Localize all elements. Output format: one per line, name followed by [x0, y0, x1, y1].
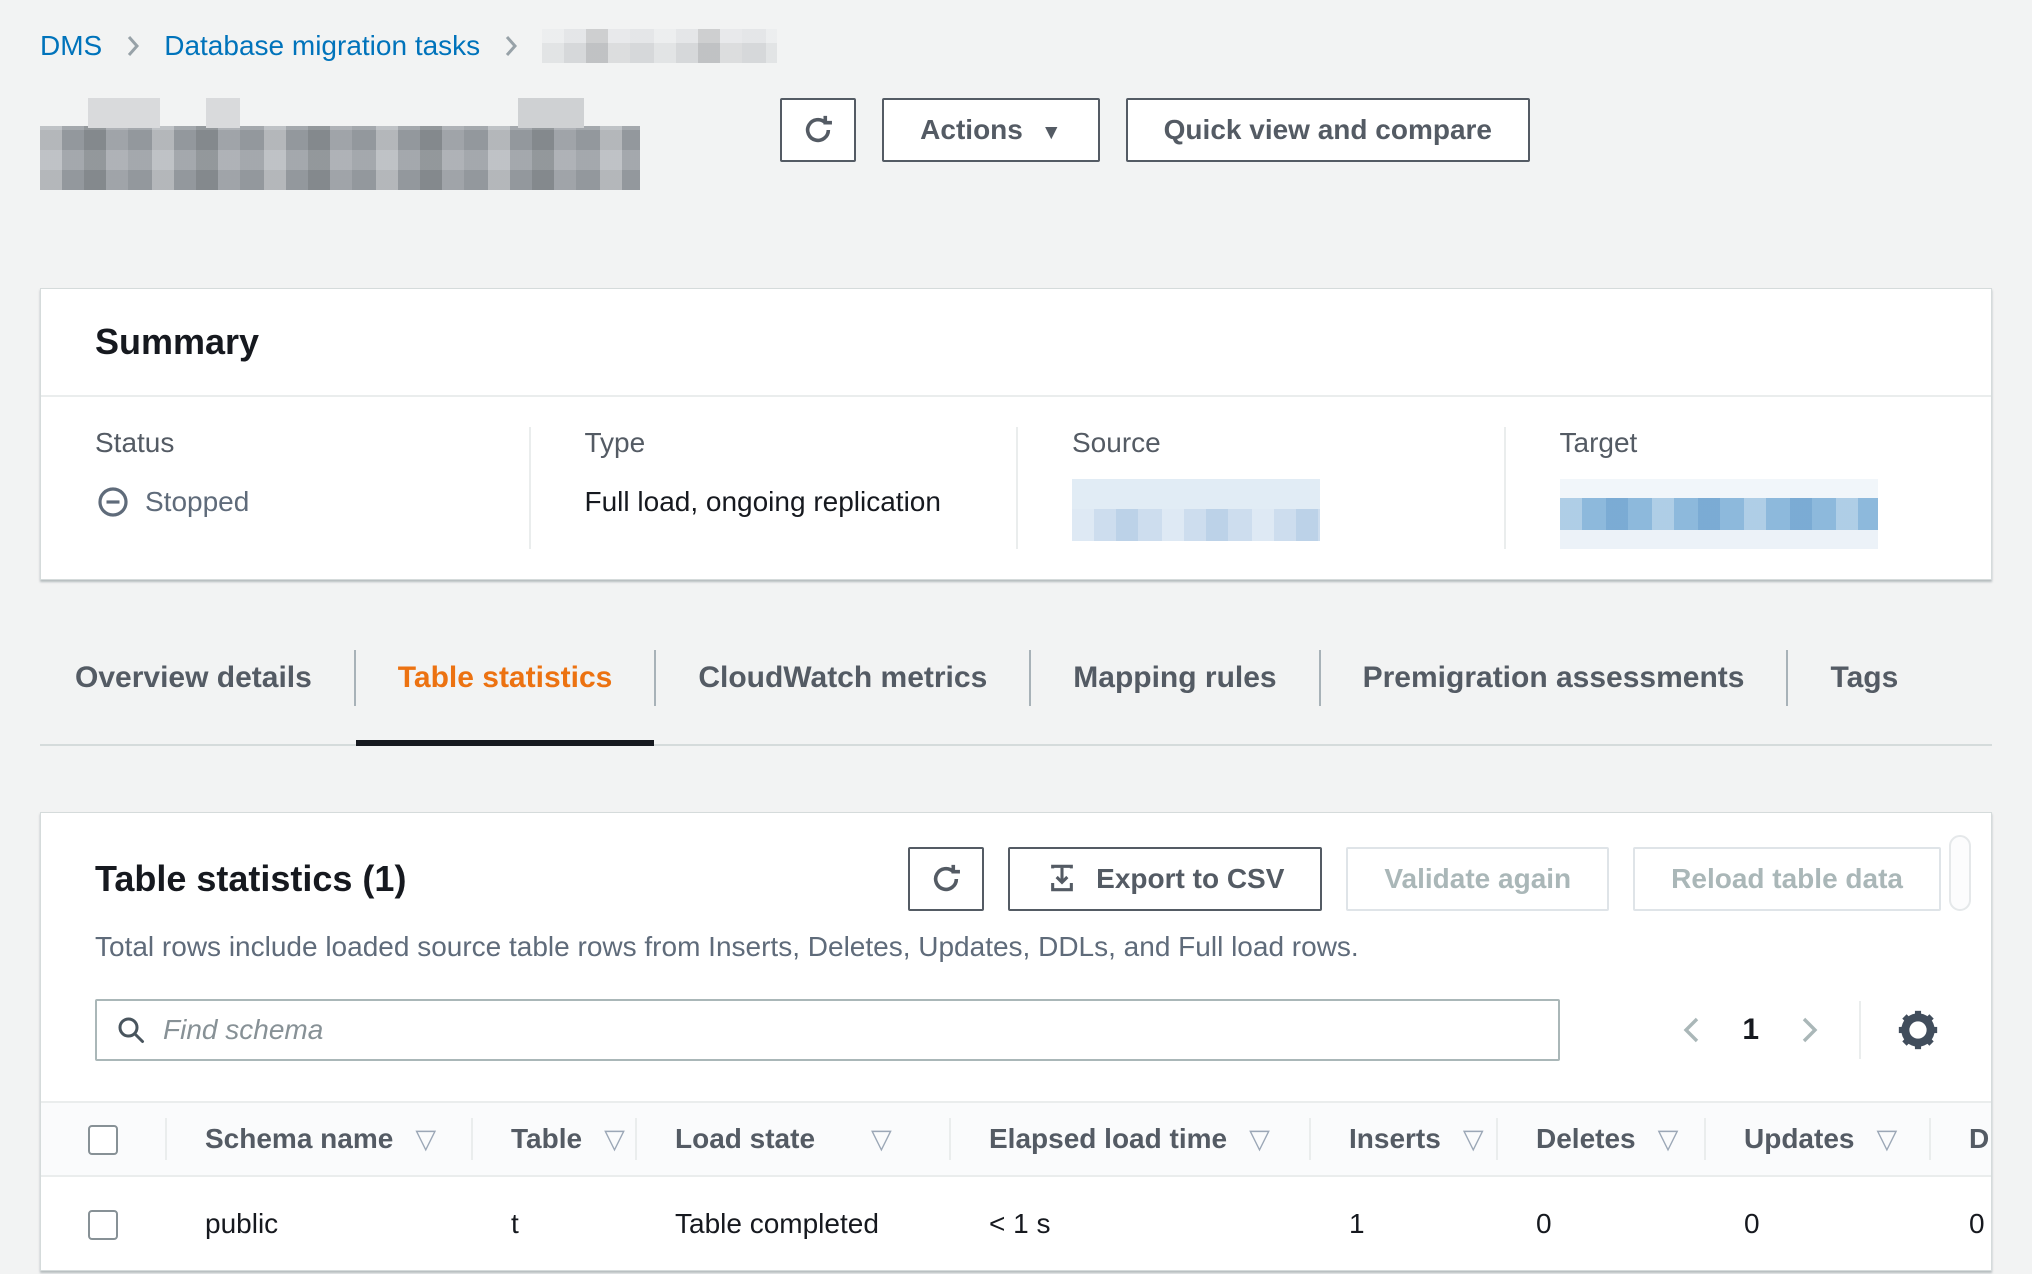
sort-icon[interactable]: ▽ — [871, 1124, 892, 1154]
actions-button[interactable]: Actions ▼ — [882, 98, 1099, 162]
schema-search-box — [95, 999, 1560, 1061]
sort-icon[interactable]: ▽ — [1249, 1124, 1270, 1154]
cell-table: t — [471, 1176, 635, 1270]
breadcrumb: DMS Database migration tasks — [40, 28, 1992, 64]
select-all-checkbox[interactable] — [88, 1125, 118, 1155]
validate-again-button[interactable]: Validate again — [1346, 847, 1609, 911]
chevron-right-icon — [1793, 1013, 1825, 1047]
cell-load-state: Table completed — [635, 1176, 949, 1270]
table-preferences-button[interactable] — [1895, 1007, 1941, 1053]
tab-premigration-assessments[interactable]: Premigration assessments — [1321, 650, 1787, 744]
table-statistics-panel: Table statistics (1) Export to CSV Valid… — [40, 812, 1992, 1271]
summary-type: Type Full load, ongoing replication — [529, 427, 1017, 549]
column-header-ddls[interactable]: DDLs — [1929, 1102, 1992, 1176]
refresh-icon — [928, 861, 964, 897]
table-statistics-table: Schema name▽ Table▽ Load state▽ Elapsed … — [41, 1101, 1992, 1270]
refresh-button[interactable] — [780, 98, 856, 162]
sort-icon[interactable]: ▽ — [415, 1124, 436, 1154]
cell-ddls: 0 — [1929, 1176, 1992, 1270]
sort-icon[interactable]: ▽ — [1463, 1124, 1484, 1154]
summary-grid: Status Stopped Type Full load, ongoing r… — [41, 397, 1991, 579]
table-statistics-title: Table statistics (1) — [95, 858, 406, 900]
sort-icon[interactable]: ▽ — [1658, 1124, 1679, 1154]
stopped-circle-minus-icon — [95, 484, 131, 520]
breadcrumb-link-dms[interactable]: DMS — [40, 30, 102, 62]
cell-schema-name: public — [165, 1176, 471, 1270]
tab-mapping-rules[interactable]: Mapping rules — [1031, 650, 1318, 744]
type-value: Full load, ongoing replication — [585, 479, 973, 525]
cell-elapsed-load-time: < 1 s — [949, 1176, 1309, 1270]
page: DMS Database migration tasks Actions ▼ — [0, 0, 2032, 1271]
pagination-prev-button[interactable] — [1676, 1013, 1708, 1047]
breadcrumb-link-tasks[interactable]: Database migration tasks — [164, 30, 480, 62]
summary-panel: Summary Status Stopped Type Full load, o… — [40, 288, 1992, 580]
status-label: Status — [95, 427, 485, 459]
table-statistics-header: Table statistics (1) Export to CSV Valid… — [41, 847, 1991, 911]
row-checkbox[interactable] — [88, 1210, 118, 1240]
chevron-left-icon — [1676, 1013, 1708, 1047]
target-value-redacted[interactable] — [1560, 479, 1878, 549]
pagination-next-button[interactable] — [1793, 1013, 1825, 1047]
column-header-elapsed-load-time[interactable]: Elapsed load time▽ — [949, 1102, 1309, 1176]
source-value-redacted[interactable] — [1072, 479, 1320, 541]
status-value: Stopped — [95, 479, 485, 525]
type-label: Type — [585, 427, 973, 459]
page-header: Actions ▼ Quick view and compare — [40, 98, 1992, 210]
column-header-updates[interactable]: Updates▽ — [1704, 1102, 1929, 1176]
scrollbar-thumb[interactable] — [1949, 835, 1971, 911]
column-header-deletes[interactable]: Deletes▽ — [1496, 1102, 1704, 1176]
breadcrumb-chevron-icon — [500, 33, 522, 59]
summary-target: Target — [1504, 427, 1992, 549]
target-label: Target — [1560, 427, 1948, 459]
tab-table-statistics[interactable]: Table statistics — [356, 650, 655, 744]
summary-status: Status Stopped — [41, 427, 529, 549]
column-header-schema-name[interactable]: Schema name▽ — [165, 1102, 471, 1176]
quick-view-compare-button[interactable]: Quick view and compare — [1126, 98, 1530, 162]
breadcrumb-current-redacted — [542, 29, 777, 63]
tab-cloudwatch-metrics[interactable]: CloudWatch metrics — [656, 650, 1029, 744]
table-refresh-button[interactable] — [908, 847, 984, 911]
pagination-divider — [1859, 1001, 1861, 1059]
table-row: public t Table completed < 1 s 1 0 0 0 — [41, 1176, 1992, 1270]
pagination: 1 — [1676, 1001, 1941, 1059]
cell-inserts: 1 — [1309, 1176, 1496, 1270]
table-header-row: Schema name▽ Table▽ Load state▽ Elapsed … — [41, 1102, 1992, 1176]
header-actions: Actions ▼ Quick view and compare — [780, 98, 1530, 162]
table-statistics-actions: Export to CSV Validate again Reload tabl… — [908, 847, 1941, 911]
task-name-redacted — [40, 126, 640, 190]
tab-bar: Overview details Table statistics CloudW… — [40, 650, 1992, 746]
sort-icon[interactable]: ▽ — [604, 1124, 625, 1154]
column-header-load-state[interactable]: Load state▽ — [635, 1102, 949, 1176]
refresh-icon — [800, 112, 836, 148]
summary-title: Summary — [95, 321, 1937, 363]
reload-table-data-button[interactable]: Reload table data — [1633, 847, 1941, 911]
source-label: Source — [1072, 427, 1460, 459]
cell-deletes: 0 — [1496, 1176, 1704, 1270]
summary-header: Summary — [41, 289, 1991, 397]
export-to-csv-button[interactable]: Export to CSV — [1008, 847, 1322, 911]
table-toolbar: 1 — [41, 999, 1991, 1061]
gear-icon — [1895, 1007, 1941, 1053]
table-statistics-description: Total rows include loaded source table r… — [41, 931, 1991, 963]
search-input[interactable] — [163, 1014, 1540, 1046]
breadcrumb-chevron-icon — [122, 33, 144, 59]
tab-overview-details[interactable]: Overview details — [40, 650, 354, 744]
caret-down-icon: ▼ — [1041, 122, 1062, 143]
pagination-current-page: 1 — [1742, 1013, 1759, 1047]
column-header-table[interactable]: Table▽ — [471, 1102, 635, 1176]
tab-tags[interactable]: Tags — [1788, 650, 1940, 744]
download-tray-icon — [1046, 863, 1078, 895]
summary-source: Source — [1016, 427, 1504, 549]
sort-icon[interactable]: ▽ — [1876, 1124, 1897, 1154]
column-header-inserts[interactable]: Inserts▽ — [1309, 1102, 1496, 1176]
search-icon — [115, 1014, 147, 1046]
cell-updates: 0 — [1704, 1176, 1929, 1270]
